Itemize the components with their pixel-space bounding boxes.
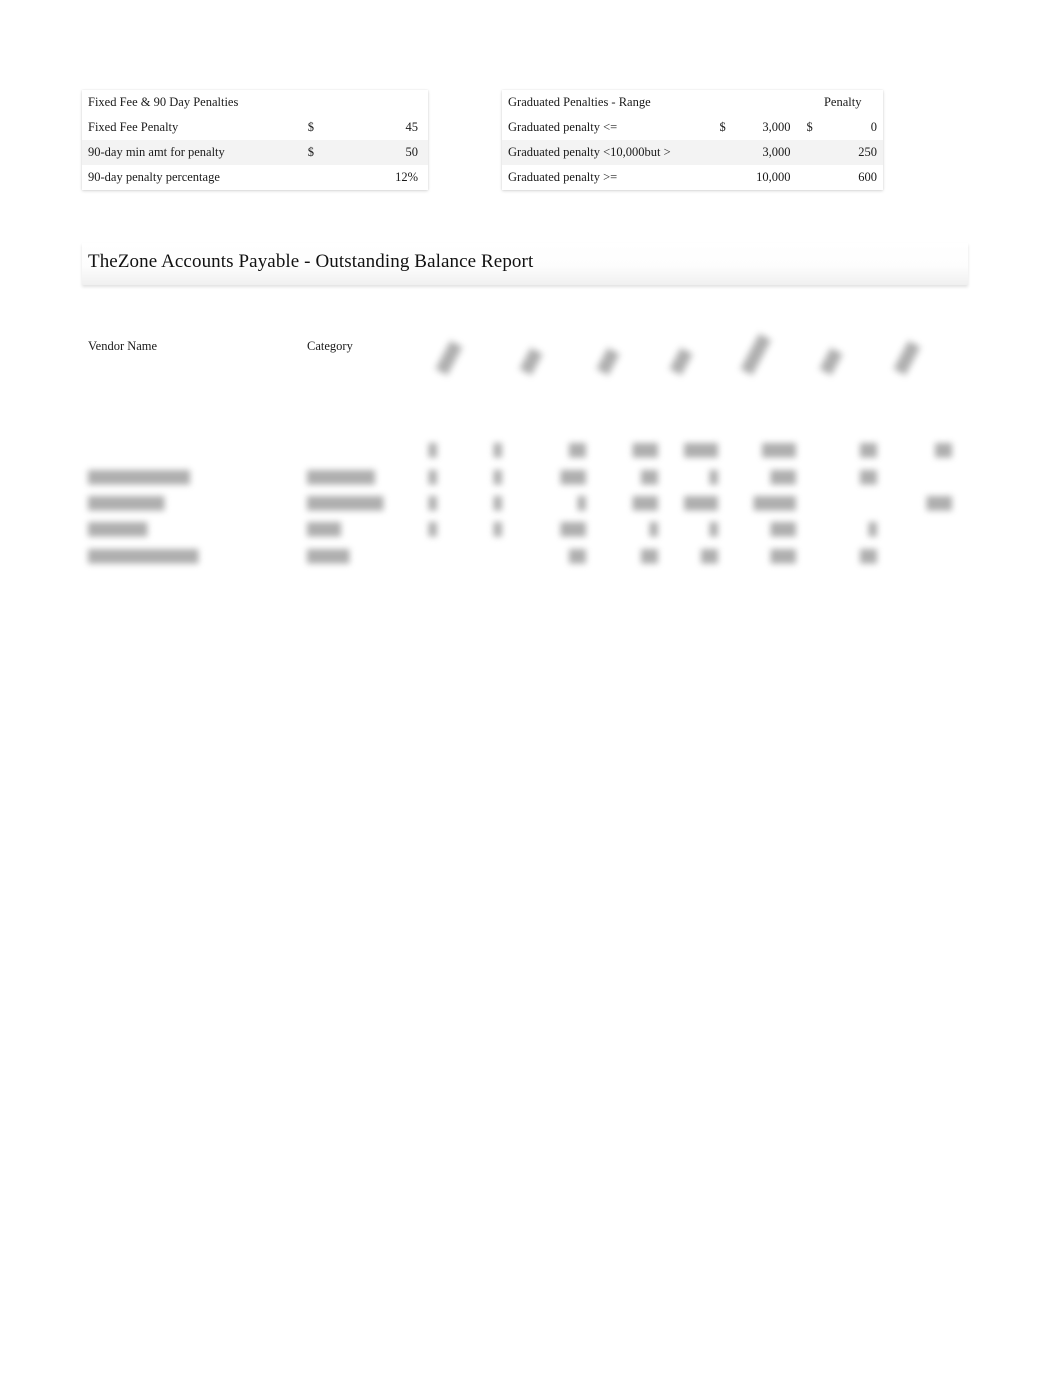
table-row: ███ — [632, 496, 658, 510]
table-row: █ — [428, 496, 437, 510]
table-row: ████ — [761, 443, 796, 457]
table-row: ██ — [640, 549, 658, 563]
table-row: ███ — [632, 443, 658, 457]
table-row: ██ — [859, 443, 877, 457]
table-row: █ — [709, 522, 718, 536]
table-row: ███████ — [88, 522, 148, 536]
report-data-grid: ████████████ ████████ █ █ ██ ███ ████ ██… — [0, 0, 1062, 1377]
table-row: ███ — [770, 470, 796, 484]
table-row: █████ — [307, 549, 350, 563]
table-row: ██ — [568, 443, 586, 457]
table-row: █ — [428, 470, 437, 484]
table-row: ███ — [770, 549, 796, 563]
table-row: ███ — [770, 522, 796, 536]
table-row: ████████ — [307, 470, 376, 484]
table-row: ██ — [700, 549, 718, 563]
table-row: ████ — [683, 496, 718, 510]
table-row: █ — [868, 522, 877, 536]
table-row: █ — [493, 443, 502, 457]
table-row: ████ — [307, 522, 342, 536]
table-row: ██ — [640, 470, 658, 484]
table-row: ████ — [683, 443, 718, 457]
table-row: ██ — [859, 470, 877, 484]
table-row: ███ — [560, 522, 586, 536]
table-row: █████████ — [88, 496, 165, 510]
table-row: █ — [709, 470, 718, 484]
table-row: ██ — [568, 549, 586, 563]
table-row: █████████████ — [88, 549, 199, 563]
table-row: ███ — [926, 496, 952, 510]
table-row: █ — [493, 522, 502, 536]
table-row: ██ — [859, 549, 877, 563]
table-row: █████ — [753, 496, 796, 510]
table-row: ██ — [934, 443, 952, 457]
table-row: █ — [493, 470, 502, 484]
table-row: █ — [577, 496, 586, 510]
table-row: █ — [493, 496, 502, 510]
table-row: █ — [649, 522, 658, 536]
table-row: ████████████ — [88, 470, 191, 484]
table-row: ███ — [560, 470, 586, 484]
table-row: █ — [428, 443, 437, 457]
table-row: █ — [428, 522, 437, 536]
